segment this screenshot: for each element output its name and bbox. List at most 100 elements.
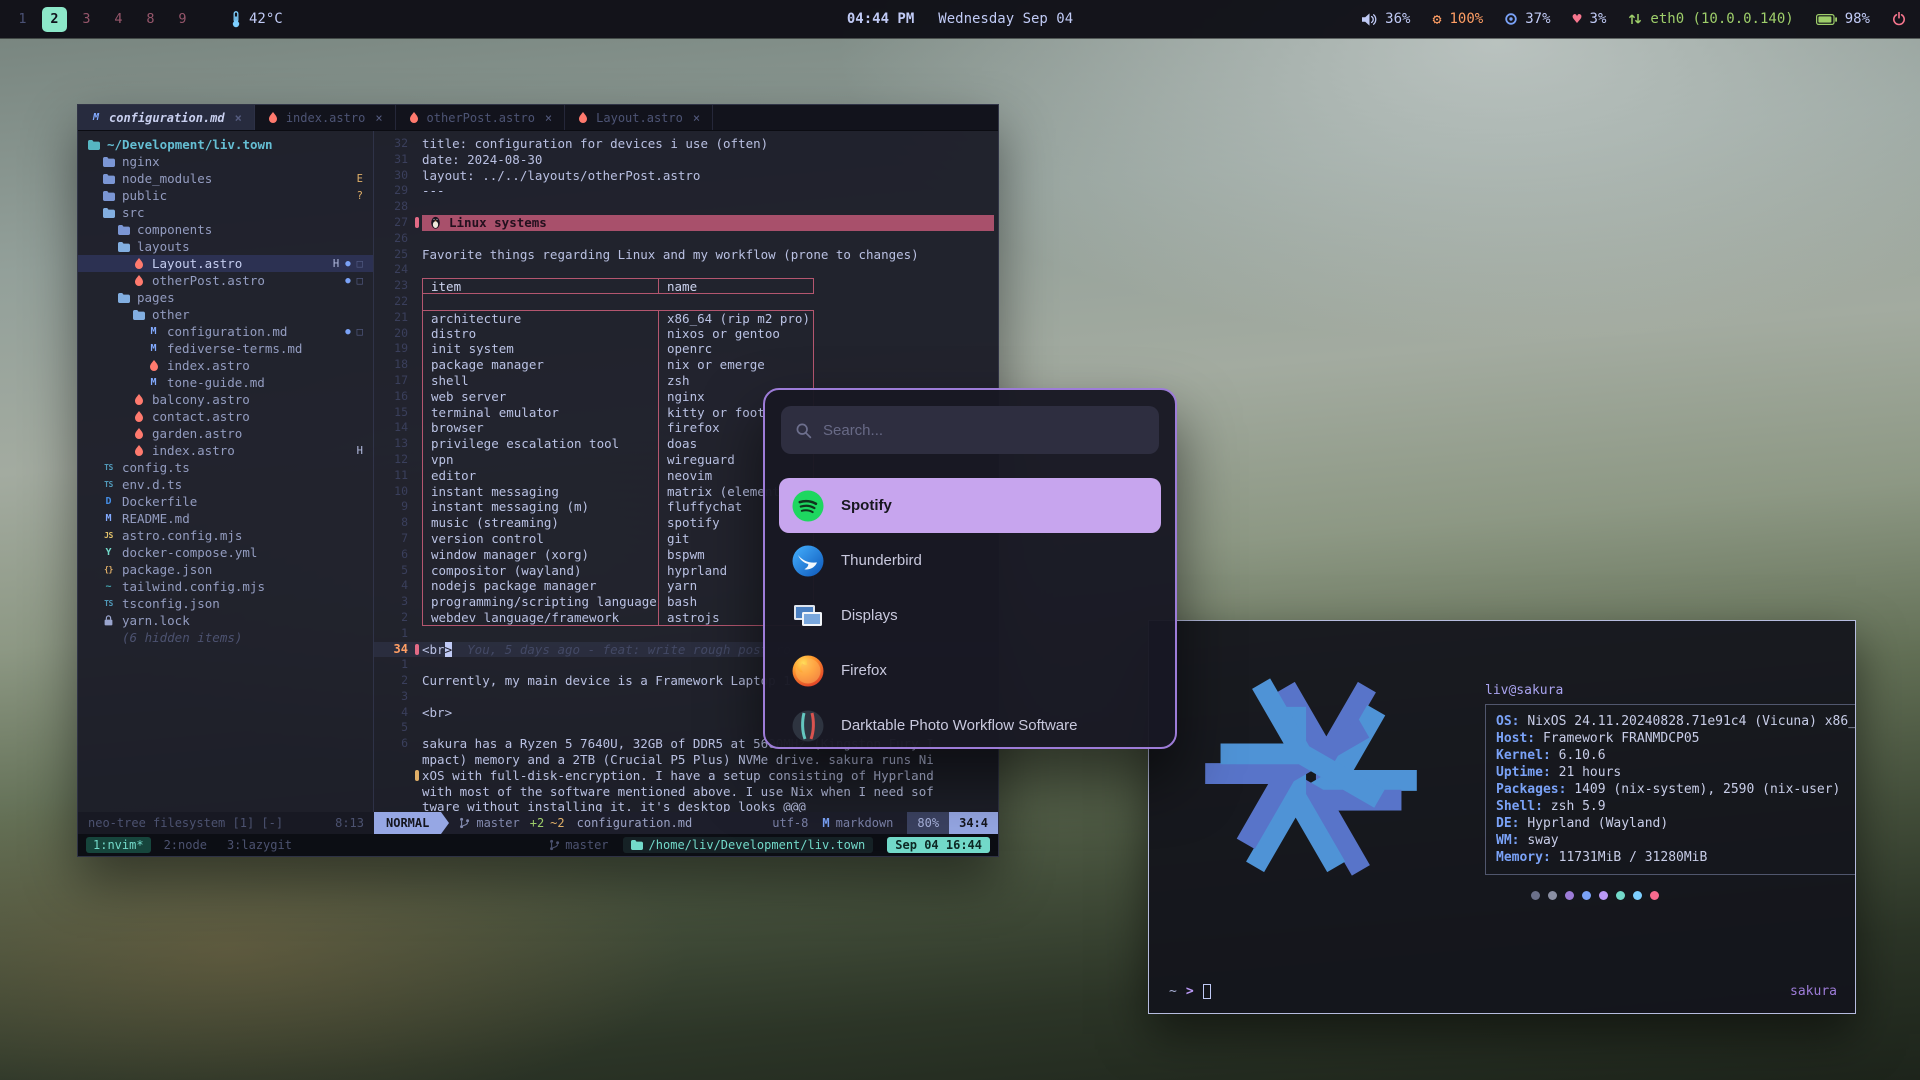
tree-item-docker-compose-yml[interactable]: Ydocker-compose.yml — [78, 544, 373, 561]
tree-item-layout-astro[interactable]: Layout.astroH●□ — [78, 255, 373, 272]
tree-item-balcony-astro[interactable]: balcony.astro — [78, 391, 373, 408]
app-item-displays[interactable]: Displays — [779, 588, 1161, 643]
tree-item-public[interactable]: public? — [78, 187, 373, 204]
tree-item-fediverse-terms-md[interactable]: Mfediverse-terms.md — [78, 340, 373, 357]
tree-item-layouts[interactable]: layouts — [78, 238, 373, 255]
tree-item-contact-astro[interactable]: contact.astro — [78, 408, 373, 425]
folder-icon — [101, 174, 116, 184]
search-box[interactable] — [781, 406, 1159, 454]
table-cell-item: window manager (xorg) — [423, 547, 659, 563]
disk-value: 37% — [1525, 11, 1550, 27]
workspace-9[interactable]: 9 — [170, 7, 195, 32]
shell-prompt[interactable]: ~ > — [1169, 984, 1211, 999]
network-value: eth0 (10.0.0.140) — [1650, 11, 1793, 27]
tree-item-astro-config-mjs[interactable]: JSastro.config.mjs — [78, 527, 373, 544]
tree-item-label: config.ts — [122, 460, 190, 475]
tab-layout-astro[interactable]: Layout.astro× — [565, 105, 713, 130]
sign-column — [412, 657, 422, 673]
workspace-1[interactable]: 1 — [10, 7, 35, 32]
workspace-8[interactable]: 8 — [138, 7, 163, 32]
hostname-label: sakura — [1790, 984, 1837, 999]
workspace-3[interactable]: 3 — [74, 7, 99, 32]
sign-column — [412, 247, 422, 263]
tree-item-index-astro[interactable]: index.astroH — [78, 442, 373, 459]
table-cell-name: x86_64 (rip m2 pro) — [659, 311, 813, 326]
brightness-widget: ⚙100% — [1432, 11, 1483, 27]
tree-item-6-hidden-items[interactable]: (6 hidden items) — [78, 629, 373, 646]
tree-item-tsconfig-json[interactable]: TStsconfig.json — [78, 595, 373, 612]
tmux-window-1-nvim[interactable]: 1:nvim* — [86, 837, 151, 853]
table-cell-name: openrc — [659, 341, 813, 357]
tab-otherpost-astro[interactable]: otherPost.astro× — [396, 105, 566, 130]
close-icon[interactable]: × — [693, 111, 700, 125]
workspace-4[interactable]: 4 — [106, 7, 131, 32]
line-number: 25 — [374, 247, 412, 263]
close-icon[interactable]: × — [545, 111, 552, 125]
app-item-darktable-photo-workflow-software[interactable]: Darktable Photo Workflow Software — [779, 698, 1161, 749]
line-number: 31 — [374, 152, 412, 168]
fetch-label: Host: — [1496, 731, 1543, 746]
tree-item-otherpost-astro[interactable]: otherPost.astro●□ — [78, 272, 373, 289]
file-icon-js: JS — [101, 531, 116, 540]
fetch-value: 11731MiB / 31280MiB — [1559, 850, 1708, 865]
tab-configuration-md[interactable]: Mconfiguration.md× — [78, 105, 255, 130]
tree-item-index-astro[interactable]: index.astro — [78, 357, 373, 374]
statusline-filename: configuration.md — [577, 816, 693, 830]
tree-item-node-modules[interactable]: node_modulesE — [78, 170, 373, 187]
fetch-info-row: Uptime: 21 hours — [1496, 764, 1846, 781]
fetch-info-row: Kernel: 6.10.6 — [1496, 747, 1846, 764]
neotree-statusline: neo-tree filesystem [1] [-] 8:13 — [78, 812, 374, 834]
line-number: 28 — [374, 199, 412, 215]
app-item-spotify[interactable]: Spotify — [779, 478, 1161, 533]
table-cell-item: architecture — [423, 311, 659, 326]
tree-item-env-d-ts[interactable]: TSenv.d.ts — [78, 476, 373, 493]
tree-item-tone-guide-md[interactable]: Mtone-guide.md — [78, 374, 373, 391]
git-sign — [415, 644, 419, 655]
tree-item-yarn-lock[interactable]: yarn.lock — [78, 612, 373, 629]
tree-item-tailwind-config-mjs[interactable]: ~tailwind.config.mjs — [78, 578, 373, 595]
tree-item-src[interactable]: src — [78, 204, 373, 221]
darktable-icon — [791, 709, 825, 743]
tree-item-pages[interactable]: pages — [78, 289, 373, 306]
tree-item-garden-astro[interactable]: garden.astro — [78, 425, 373, 442]
folder-icon — [116, 293, 131, 303]
tree-item-config-ts[interactable]: TSconfig.ts — [78, 459, 373, 476]
fetch-value: 1409 (nix-system), 2590 (nix-user) — [1574, 782, 1840, 797]
git-status-badges: E — [357, 173, 363, 185]
tree-item-dockerfile[interactable]: DDockerfile — [78, 493, 373, 510]
git-diff-added: +2 — [530, 816, 544, 830]
tmux-window-3-lazygit[interactable]: 3:lazygit — [220, 837, 299, 853]
close-icon[interactable]: × — [375, 111, 382, 125]
buffer-line: 19init systemopenrc — [374, 341, 998, 357]
table-cell-item: package manager — [423, 357, 659, 373]
app-item-firefox[interactable]: Firefox — [779, 643, 1161, 698]
close-icon[interactable]: × — [235, 111, 242, 125]
tree-item-readme-md[interactable]: MREADME.md — [78, 510, 373, 527]
line-number: 5 — [374, 563, 412, 579]
tree-item-nginx[interactable]: nginx — [78, 153, 373, 170]
workspace-2[interactable]: 2 — [42, 7, 67, 32]
markdown-table-row: webdev language/frameworkastrojs — [422, 610, 814, 626]
search-input[interactable] — [823, 422, 1145, 439]
sign-column — [412, 610, 422, 626]
line-number: 1 — [374, 626, 412, 642]
app-label: Firefox — [841, 662, 887, 679]
tab-index-astro[interactable]: index.astro× — [255, 105, 396, 130]
folder-icon — [116, 225, 131, 235]
line-number: 7 — [374, 531, 412, 547]
palette-dot — [1616, 891, 1625, 900]
status-badge: ? — [357, 190, 363, 202]
tree-item-development-liv-town[interactable]: ~/Development/liv.town — [78, 136, 373, 153]
tree-item-components[interactable]: components — [78, 221, 373, 238]
line-number: 5 — [374, 720, 412, 736]
app-item-thunderbird[interactable]: Thunderbird — [779, 533, 1161, 588]
tmux-window-2-node[interactable]: 2:node — [157, 837, 214, 853]
power-button[interactable] — [1892, 12, 1906, 26]
sign-column — [412, 183, 422, 199]
file-icon-md: M — [146, 377, 161, 388]
tree-item-configuration-md[interactable]: Mconfiguration.md●□ — [78, 323, 373, 340]
git-branch-name: master — [476, 816, 519, 830]
clock-date: Wednesday Sep 04 — [938, 11, 1073, 27]
tree-item-package-json[interactable]: {}package.json — [78, 561, 373, 578]
tree-item-other[interactable]: other — [78, 306, 373, 323]
